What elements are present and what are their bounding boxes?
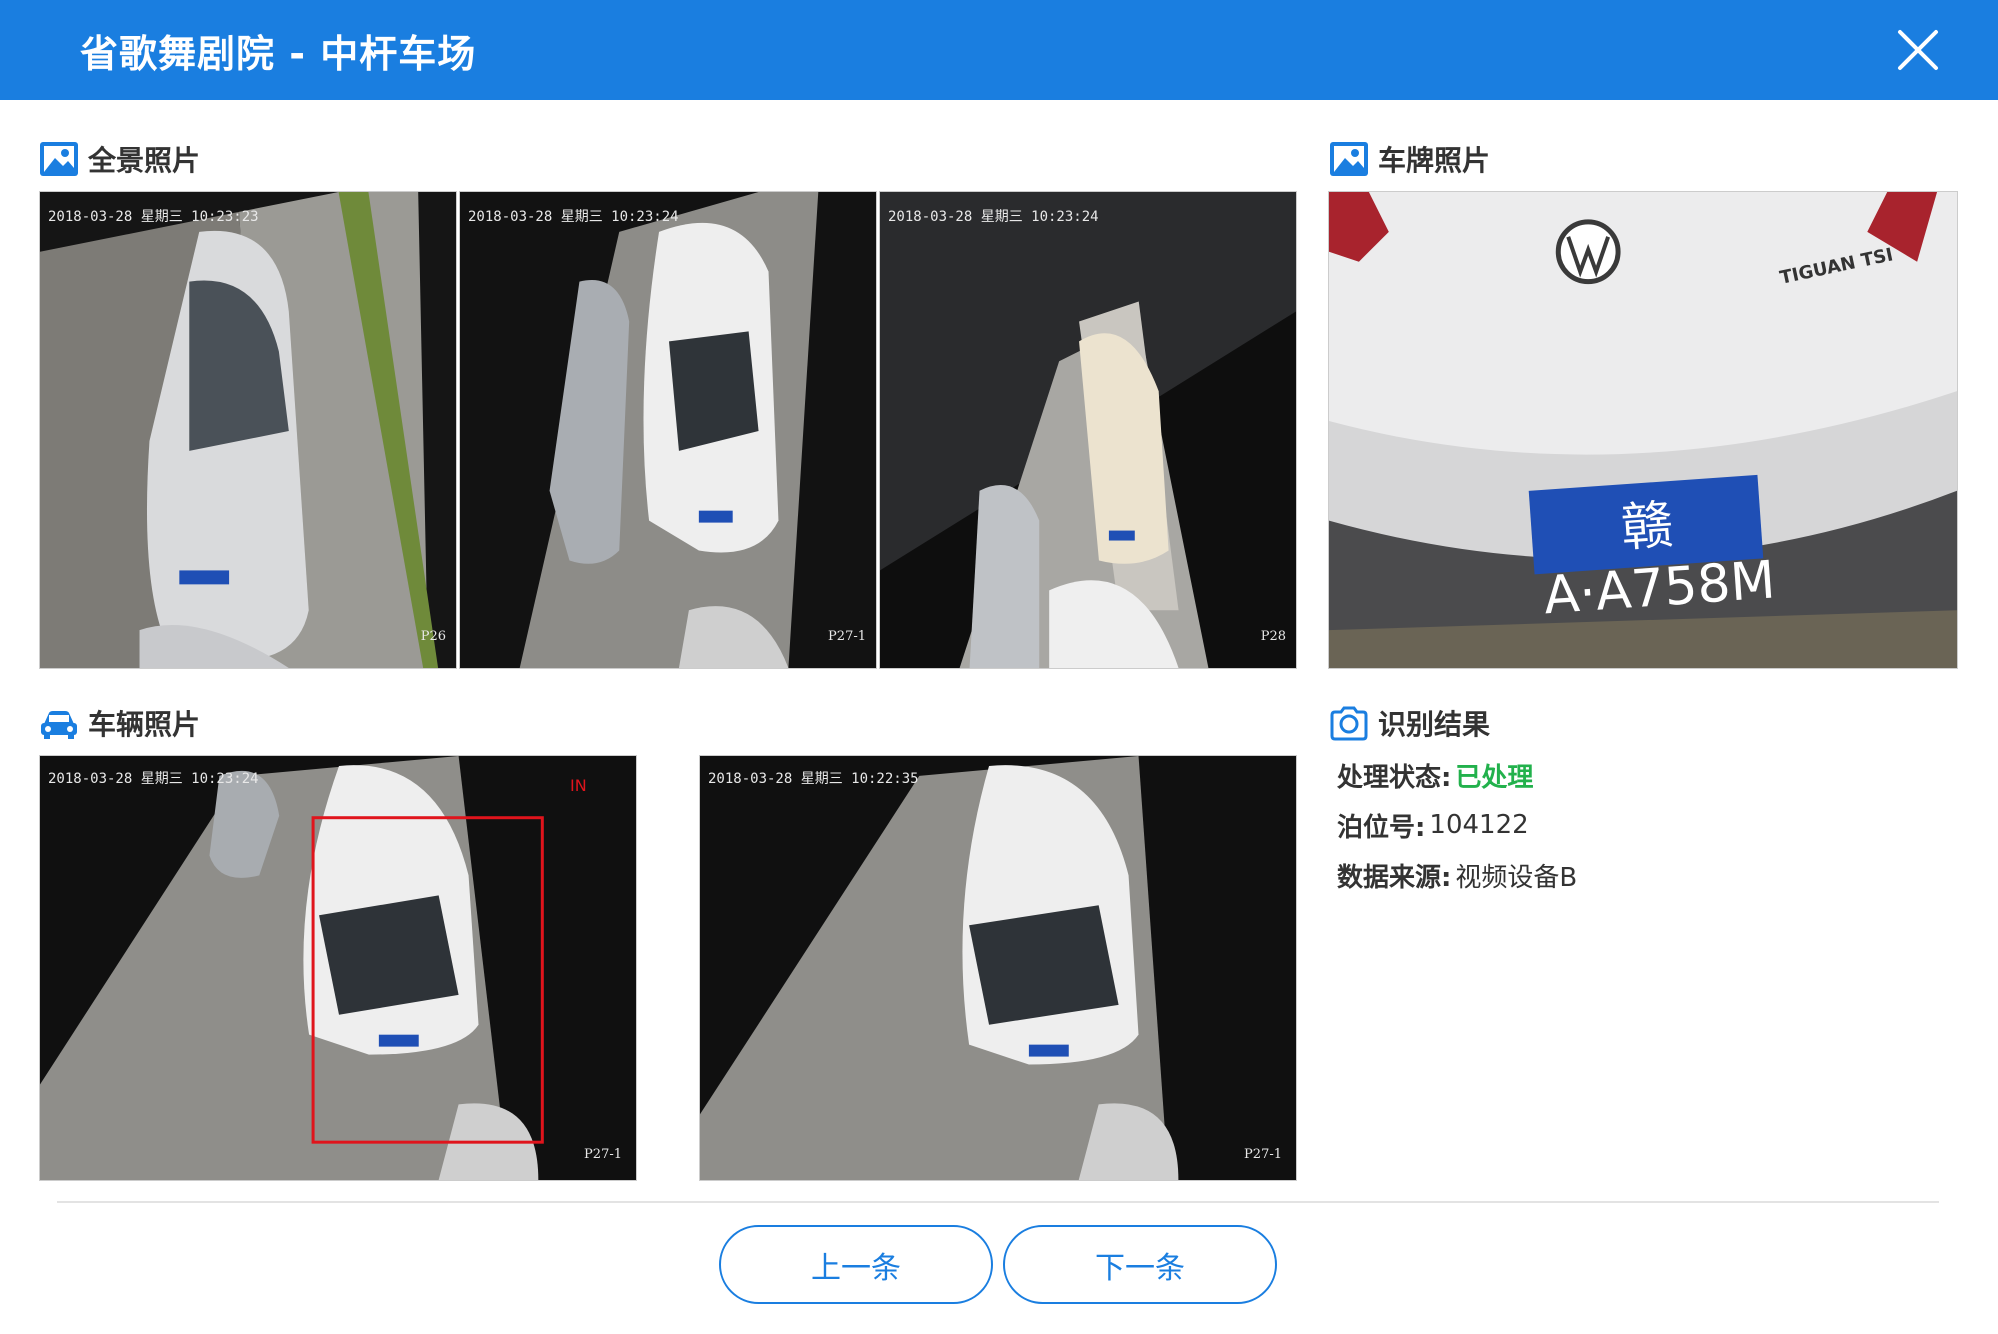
result-section-label: 识别结果	[1328, 702, 1490, 744]
berth-key: 泊位号:	[1337, 812, 1426, 843]
dialog-title: 省歌舞剧院 - 中杆车场	[80, 31, 477, 76]
vehicle-photo-2[interactable]: 2018-03-28 星期三 10:22:35 P27-1	[699, 755, 1297, 1181]
next-button[interactable]: 下一条	[1003, 1225, 1277, 1304]
photo-timestamp: 2018-03-28 星期三 10:22:35	[708, 771, 919, 787]
result-list: 处理状态: 已处理 泊位号: 104122 数据来源: 视频设备B	[1337, 750, 1577, 900]
entry-marker: IN	[570, 776, 587, 795]
panorama-section-label: 全景照片	[38, 138, 200, 180]
photo-timestamp: 2018-03-28 星期三 10:23:24	[888, 209, 1099, 225]
prev-button[interactable]: 上一条	[719, 1225, 993, 1304]
source-row: 数据来源: 视频设备B	[1337, 850, 1577, 900]
vehicle-section-label: 车辆照片	[38, 702, 200, 744]
dialog-header: 省歌舞剧院 - 中杆车场	[0, 0, 1998, 100]
car-icon	[38, 702, 80, 744]
plate-number: 赣A·A758M	[1541, 495, 1778, 627]
image-icon	[1328, 138, 1370, 180]
berth-value: 104122	[1429, 810, 1529, 840]
panorama-label: 全景照片	[88, 144, 201, 177]
panorama-photo-1[interactable]: 2018-03-28 星期三 10:23:23 P26	[39, 191, 457, 669]
photo-timestamp: 2018-03-28 星期三 10:23:23	[48, 209, 259, 225]
camera-icon	[1328, 702, 1370, 744]
photo-timestamp: 2018-03-28 星期三 10:23:24	[48, 771, 259, 787]
panorama-photo-3[interactable]: 2018-03-28 星期三 10:23:24 P28	[879, 191, 1297, 669]
vehicle-photo-1[interactable]: 2018-03-28 星期三 10:23:24 IN P27-1	[39, 755, 637, 1181]
status-value: 已处理	[1455, 762, 1534, 793]
source-key: 数据来源:	[1337, 862, 1452, 893]
photo-timestamp: 2018-03-28 星期三 10:23:24	[468, 209, 679, 225]
camera-id: P27-1	[828, 629, 866, 644]
plate-label: 车牌照片	[1378, 144, 1491, 177]
status-row: 处理状态: 已处理	[1337, 750, 1577, 800]
footer-divider	[57, 1201, 1939, 1203]
berth-row: 泊位号: 104122	[1337, 800, 1577, 850]
plate-section-label: 车牌照片	[1328, 138, 1490, 180]
panorama-photo-2[interactable]: 2018-03-28 星期三 10:23:24 P27-1	[459, 191, 877, 669]
close-icon[interactable]	[1892, 24, 1944, 76]
result-label: 识别结果	[1378, 708, 1491, 741]
camera-id: P27-1	[1244, 1147, 1282, 1162]
vehicle-label: 车辆照片	[88, 708, 201, 741]
camera-id: P26	[420, 629, 446, 644]
plate-photo[interactable]: TIGUAN TSI 赣A·A758M	[1328, 191, 1958, 669]
status-key: 处理状态:	[1337, 762, 1452, 793]
camera-id: P28	[1260, 629, 1286, 644]
image-icon	[38, 138, 80, 180]
camera-id: P27-1	[584, 1147, 622, 1162]
source-value: 视频设备B	[1455, 862, 1578, 893]
